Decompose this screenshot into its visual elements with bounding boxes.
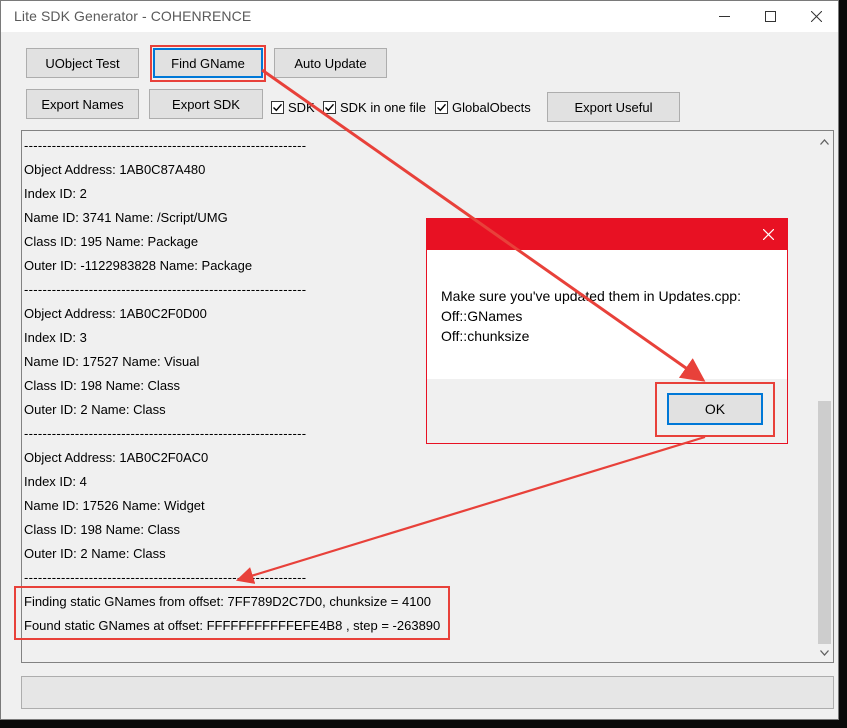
checkmark-icon — [271, 101, 284, 114]
minimize-button[interactable] — [701, 1, 747, 32]
checkmark-icon — [323, 101, 336, 114]
export-useful-button[interactable]: Export Useful — [547, 92, 680, 122]
auto-update-button[interactable]: Auto Update — [274, 48, 387, 78]
message-dialog: Make sure you've updated them in Updates… — [426, 218, 788, 444]
export-names-button[interactable]: Export Names — [26, 89, 139, 119]
main-window: Lite SDK Generator - COHENRENCE UObject … — [0, 0, 839, 720]
close-icon — [810, 11, 822, 22]
status-bar — [21, 676, 834, 709]
find-gname-button[interactable]: Find GName — [153, 48, 263, 78]
dialog-message-line: Make sure you've updated them in Updates… — [441, 288, 741, 304]
console-separator: ----------------------------------------… — [24, 570, 307, 585]
maximize-button[interactable] — [747, 1, 793, 32]
window-title: Lite SDK Generator - COHENRENCE — [14, 8, 252, 24]
checkmark-icon — [435, 101, 448, 114]
console-line: Index ID: 2 — [24, 186, 87, 201]
console-line: Finding static GNames from offset: 7FF78… — [24, 594, 431, 609]
export-sdk-button[interactable]: Export SDK — [149, 89, 263, 119]
sdk-checkbox[interactable]: SDK — [271, 100, 315, 115]
close-icon — [762, 229, 774, 240]
console-line: Class ID: 198 Name: Class — [24, 522, 181, 537]
global-objects-checkbox[interactable]: GlobalObects — [435, 100, 531, 115]
console-line: Object Address: 1AB0C2F0AC0 — [24, 450, 209, 465]
dialog-message: Make sure you've updated them in Updates… — [441, 286, 741, 346]
dialog-message-line: Off::chunksize — [441, 328, 530, 344]
scroll-down-icon[interactable] — [816, 644, 833, 661]
title-bar: Lite SDK Generator - COHENRENCE — [1, 1, 838, 32]
dialog-close-button[interactable] — [753, 220, 783, 249]
console-line: Index ID: 4 — [24, 474, 87, 489]
sdk-checkbox-label: SDK — [288, 100, 315, 115]
console-separator: ----------------------------------------… — [24, 138, 307, 153]
dialog-title-bar — [427, 219, 787, 250]
scroll-up-icon[interactable] — [816, 133, 833, 150]
console-scrollbar[interactable] — [816, 131, 833, 662]
maximize-icon — [764, 11, 776, 22]
close-button[interactable] — [793, 1, 839, 32]
ok-button[interactable]: OK — [667, 393, 763, 425]
console-line: Name ID: 17526 Name: Widget — [24, 498, 205, 513]
dialog-body: Make sure you've updated them in Updates… — [427, 250, 787, 379]
sdk-in-one-file-label: SDK in one file — [340, 100, 426, 115]
console-line: Object Address: 1AB0C87A480 — [24, 162, 206, 177]
console-line: Found static GNames at offset: FFFFFFFFF… — [24, 618, 441, 633]
console-line: Outer ID: 2 Name: Class — [24, 546, 166, 561]
sdk-in-one-file-checkbox[interactable]: SDK in one file — [323, 100, 426, 115]
scroll-thumb[interactable] — [818, 401, 831, 644]
uobject-test-button[interactable]: UObject Test — [26, 48, 139, 78]
dialog-message-line: Off::GNames — [441, 308, 523, 324]
global-objects-label: GlobalObects — [452, 100, 531, 115]
minimize-icon — [718, 16, 730, 17]
